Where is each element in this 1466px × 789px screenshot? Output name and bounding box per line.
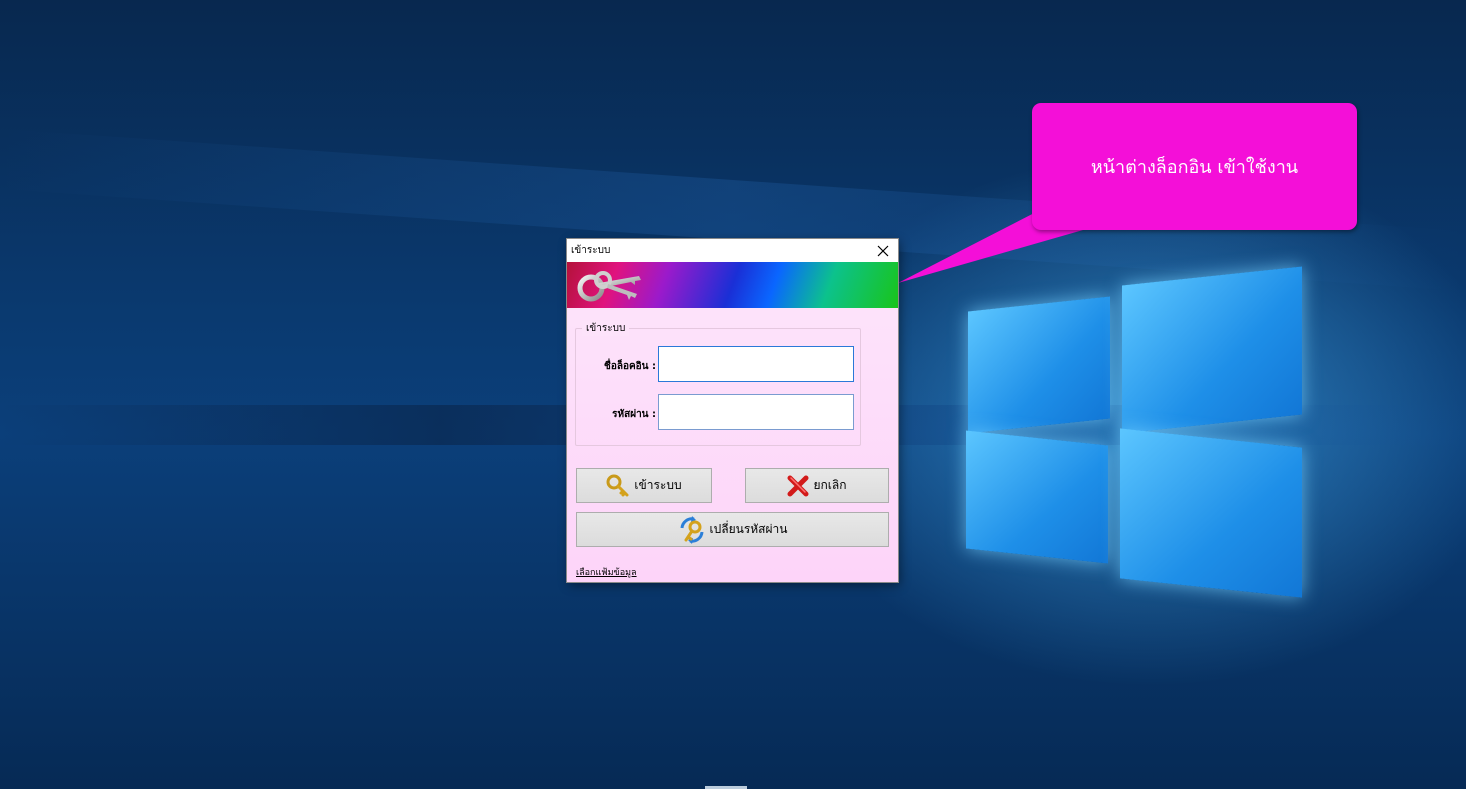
select-data-file-link[interactable]: เลือกแฟ้มข้อมูล xyxy=(576,565,637,579)
key-refresh-icon xyxy=(680,515,704,544)
password-input[interactable] xyxy=(658,394,854,430)
callout-text: หน้าต่างล็อกอิน เข้าใช้งาน xyxy=(1090,157,1299,178)
group-label: เข้าระบบ xyxy=(582,321,630,336)
windows-logo-pane-top-right xyxy=(1122,266,1302,434)
windows-logo-pane-bottom-right xyxy=(1120,428,1302,598)
username-label: ชื่อล็อคอิน : xyxy=(604,361,656,372)
dialog-banner xyxy=(567,262,898,308)
callout-annotation: หน้าต่างล็อกอิน เข้าใช้งาน xyxy=(1032,103,1357,230)
close-button[interactable] xyxy=(872,241,894,261)
windows-logo-pane-top-left xyxy=(968,296,1110,434)
keys-icon xyxy=(577,271,641,302)
key-search-icon xyxy=(606,474,629,496)
dialog-title: เข้าระบบ xyxy=(571,245,611,256)
login-dialog: เข้าระบบ เข้าระบบ ชื่อล็อคอิน : รหัสผ่าน… xyxy=(567,239,898,582)
change-password-button[interactable]: เปลี่ยนรหัสผ่าน xyxy=(576,512,889,547)
change-password-label: เปลี่ยนรหัสผ่าน xyxy=(709,522,788,536)
login-groupbox: เข้าระบบ ชื่อล็อคอิน : รหัสผ่าน : xyxy=(575,321,861,446)
dialog-titlebar[interactable]: เข้าระบบ xyxy=(567,239,898,262)
windows-logo-pane-bottom-left xyxy=(966,430,1108,564)
red-x-icon xyxy=(787,475,809,496)
login-button[interactable]: เข้าระบบ xyxy=(576,468,712,503)
username-input[interactable] xyxy=(658,346,854,382)
password-label: รหัสผ่าน : xyxy=(612,409,656,420)
close-icon xyxy=(877,245,889,256)
cancel-button[interactable]: ยกเลิก xyxy=(745,468,889,503)
login-button-label: เข้าระบบ xyxy=(634,478,682,492)
cancel-button-label: ยกเลิก xyxy=(813,478,847,492)
